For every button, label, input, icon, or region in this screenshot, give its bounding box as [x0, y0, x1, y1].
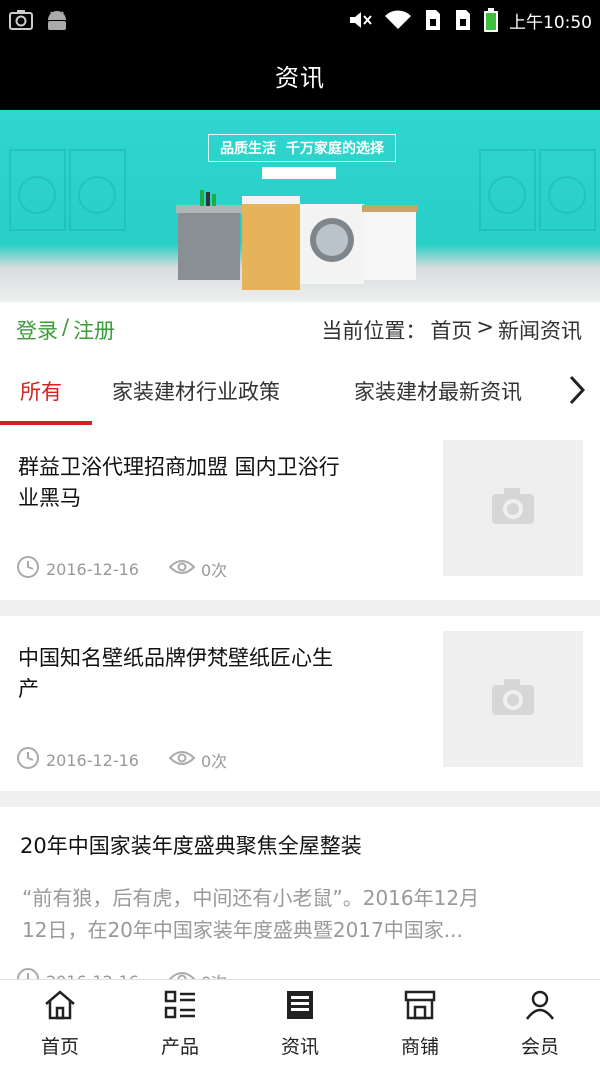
camera-placeholder-icon	[490, 486, 536, 530]
news-summary-line: 12日，在20年中国家装年度盛典暨2017中国家...	[22, 918, 463, 942]
nav-news[interactable]: 资讯	[240, 980, 360, 1067]
news-summary: “前有狼，后有虎，中间还有小老鼠”。2016年12月 12日，在20年中国家装年…	[22, 882, 582, 946]
nav-home[interactable]: 首页	[0, 980, 120, 1067]
slogan-left: 品质生活	[220, 141, 276, 157]
nav-member[interactable]: 会员	[480, 980, 600, 1067]
breadcrumb: 当前位置： 首页 > 新闻资讯	[321, 315, 582, 345]
news-title-line: 群益卫浴代理招商加盟 国内卫浴行	[18, 455, 340, 479]
nav-shop-label: 商铺	[400, 1035, 439, 1058]
status-time: 上午10:50	[509, 12, 592, 33]
list-icon	[163, 989, 197, 1026]
tabs-scroll-right[interactable]	[538, 358, 600, 426]
clock-icon	[16, 746, 40, 774]
login-link[interactable]: 登录	[16, 315, 58, 345]
tab-all[interactable]: 所有	[20, 376, 62, 406]
camera-icon	[8, 9, 34, 31]
page-title: 资讯	[0, 40, 600, 110]
register-link[interactable]: 注册	[73, 315, 115, 345]
news-title: 20年中国家装年度盛典聚焦全屋整装	[20, 834, 362, 858]
breadcrumb-home[interactable]: 首页	[430, 315, 472, 345]
news-title-line: 中国知名壁纸品牌伊梵壁纸匠心生	[18, 646, 333, 670]
news-title-line: 产	[18, 677, 39, 701]
news-views: 0次	[200, 561, 228, 580]
news-item[interactable]: 中国知名壁纸品牌伊梵壁纸匠心生 产 2016-12-16 0次	[0, 616, 600, 791]
tab-policy[interactable]: 家装建材行业政策	[112, 376, 280, 406]
news-title-line: 业黑马	[18, 486, 81, 510]
location-label: 当前位置：	[321, 319, 427, 343]
login-register: 登录 / 注册	[16, 315, 115, 345]
clock-icon	[16, 555, 40, 583]
sim2-icon	[453, 8, 473, 32]
news-thumbnail	[443, 631, 583, 767]
slogan-right: 千万家庭的选择	[286, 141, 384, 157]
breadcrumb-arrow: >	[476, 315, 494, 339]
bottom-nav: 首页 产品 资讯 商铺 会员	[0, 979, 600, 1067]
nav-news-label: 资讯	[280, 1035, 319, 1058]
tab-latest-news[interactable]: 家装建材最新资讯	[354, 376, 522, 406]
camera-placeholder-icon	[490, 677, 536, 721]
user-icon	[523, 989, 557, 1026]
promo-banner[interactable]: 品质生活 千万家庭的选择	[0, 110, 600, 302]
news-meta: 2016-12-16 0次	[16, 746, 227, 774]
eye-icon	[168, 748, 196, 772]
news-summary-line: “前有狼，后有虎，中间还有小老鼠”。2016年12月	[22, 886, 480, 910]
android-icon	[44, 8, 70, 32]
shop-icon	[403, 989, 437, 1026]
news-date: 2016-12-16	[46, 750, 139, 770]
home-icon	[43, 989, 77, 1026]
login-separator: /	[62, 315, 70, 339]
news-views: 0次	[200, 752, 228, 771]
status-bar: 上午10:50	[0, 0, 600, 40]
news-title: 中国知名壁纸品牌伊梵壁纸匠心生 产	[18, 643, 333, 705]
news-date: 2016-12-16	[46, 559, 139, 579]
nav-products[interactable]: 产品	[120, 980, 240, 1067]
news-meta: 2016-12-16 0次	[16, 555, 227, 583]
breadcrumb-current: 新闻资讯	[498, 319, 582, 343]
nav-products-label: 产品	[160, 1035, 199, 1058]
news-title: 群益卫浴代理招商加盟 国内卫浴行 业黑马	[18, 452, 340, 514]
battery-icon	[483, 7, 499, 33]
breadcrumb-bar: 登录 / 注册 当前位置： 首页 > 新闻资讯	[0, 302, 600, 358]
category-tabs: 所有 家装建材行业政策 家装建材最新资讯	[0, 358, 600, 426]
nav-home-label: 首页	[40, 1035, 79, 1058]
news-item[interactable]: 群益卫浴代理招商加盟 国内卫浴行 业黑马 2016-12-16 0次	[0, 425, 600, 600]
news-icon	[283, 989, 317, 1026]
eye-icon	[168, 557, 196, 581]
news-item[interactable]: 20年中国家装年度盛典聚焦全屋整装 “前有狼，后有虎，中间还有小老鼠”。2016…	[0, 807, 600, 1007]
sim1-icon	[423, 8, 443, 32]
mute-icon	[347, 9, 373, 31]
news-thumbnail	[443, 440, 583, 576]
chevron-right-icon	[568, 374, 586, 410]
slogan-sub-bar	[262, 167, 336, 179]
nav-member-label: 会员	[520, 1035, 559, 1058]
nav-shop[interactable]: 商铺	[360, 980, 480, 1067]
wifi-icon	[383, 9, 413, 31]
banner-slogan: 品质生活 千万家庭的选择	[208, 134, 396, 162]
